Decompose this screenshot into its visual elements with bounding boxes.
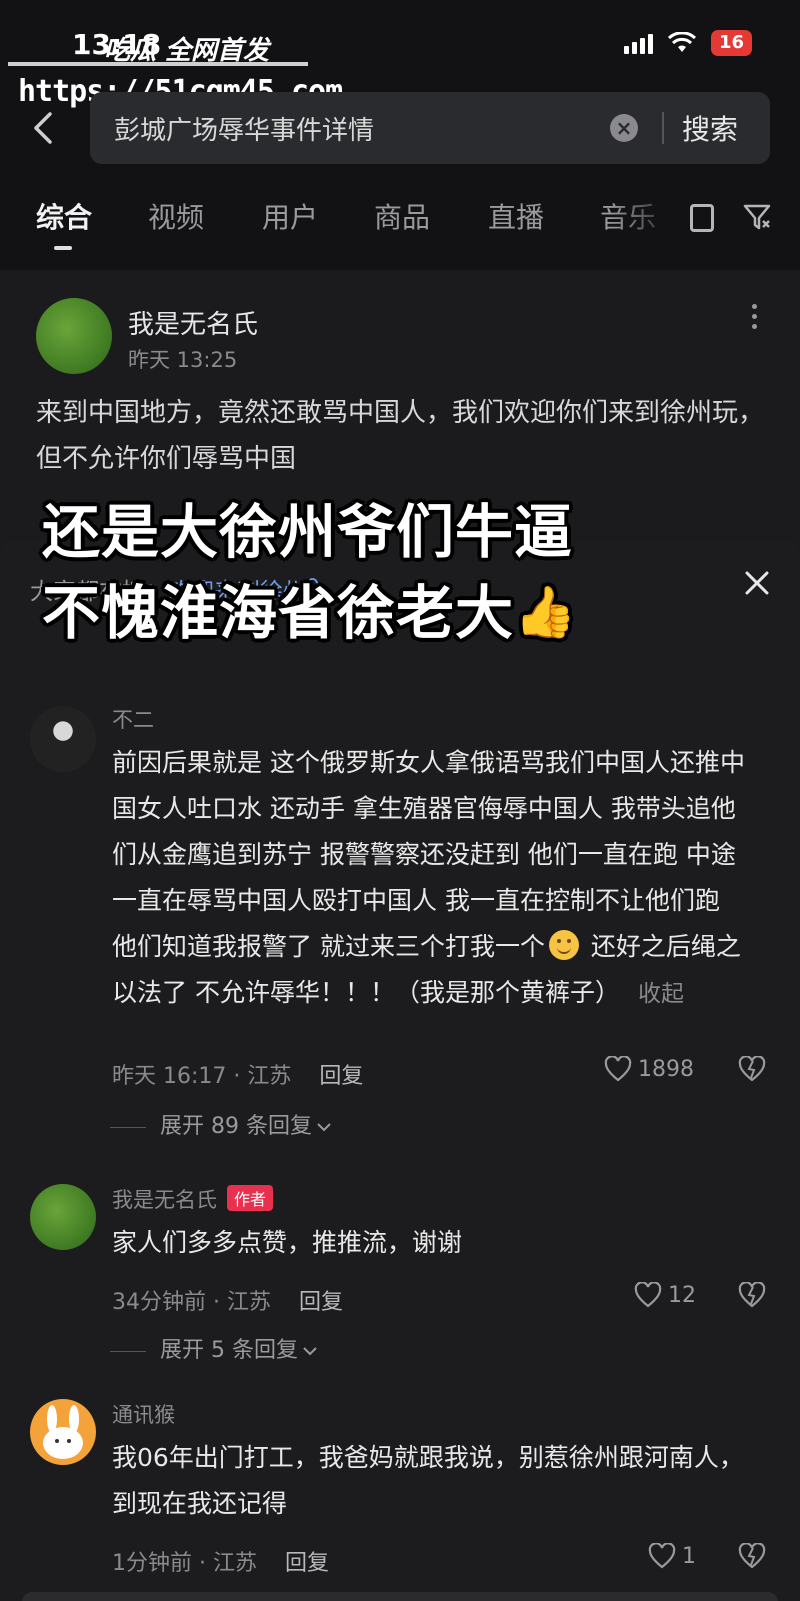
filter-icon[interactable] [742,202,772,232]
heart-icon [648,1543,676,1569]
heart-icon [604,1056,632,1082]
expand-replies[interactable]: 展开 5 条回复 [110,1332,318,1364]
comment-time: 1分钟前 · 江苏 [112,1551,257,1576]
avatar[interactable] [30,706,96,772]
tab-users[interactable]: 用户 [262,196,318,236]
comment-user[interactable]: 我是无名氏 作者 [112,1184,274,1214]
expand-replies-label: 展开 89 条回复 [160,1114,312,1139]
comment-sheet: 大家都在搜：欢迎来到徐州 不二 前因后果就是 这个俄罗斯女人拿俄语骂我们中国人还… [0,540,800,1601]
watermark-title: 吃瓜 全网首发 [104,36,270,66]
like-count: 12 [668,1282,696,1308]
smile-emoji-icon [548,930,579,960]
expand-line [110,1126,146,1128]
like-button[interactable]: 1 [648,1543,696,1569]
tab-fade [610,194,682,238]
caption-line-2-text: 不愧淮海省徐老大 [42,579,515,647]
more-options-icon[interactable] [752,304,757,329]
tab-video[interactable]: 视频 [148,196,204,236]
caption-line-1: 还是大徐州爷们牛逼 [42,498,574,566]
search-tabs: 综合 视频 用户 商品 直播 音乐 [0,188,800,250]
clear-icon[interactable]: × [610,114,638,142]
back-arrow-icon[interactable] [26,108,62,148]
tab-products[interactable]: 商品 [374,196,430,236]
collapse-link[interactable]: 收起 [638,981,684,1007]
close-icon[interactable] [742,568,772,598]
thumbs-up-icon: 👍 [514,583,578,641]
search-divider [662,112,664,144]
wifi-icon [667,32,697,54]
search-results-page: 13:18 16 吃瓜 全网首发 https://51cgm45.com 彭城广… [0,0,800,570]
expand-line [110,1350,146,1352]
search-button[interactable]: 搜索 [682,108,738,148]
comment-time: 昨天 16:17 · 江苏 [112,1064,292,1089]
comment-text-part: 前因后果就是 这个俄罗斯女人拿俄语骂我们中国人还推中国女人吐口水 还动手 拿生殖… [112,748,745,961]
rabbit-avatar-icon [43,1405,83,1459]
layout-toggle-icon[interactable] [690,204,714,232]
comment-input-bar[interactable] [22,1592,778,1601]
comment-meta: 34分钟前 · 江苏 回复 [112,1284,343,1316]
expand-replies-label: 展开 5 条回复 [160,1338,298,1363]
comment-time: 34分钟前 · 江苏 [112,1290,271,1315]
overlay-caption: 还是大徐州爷们牛逼 不愧淮海省徐老大👍 [42,492,577,653]
author-badge: 作者 [227,1185,274,1211]
post-author[interactable]: 我是无名氏 [128,304,258,341]
comment-text: 我06年出门打工，我爸妈就跟我说，别惹徐州跟河南人，到现在我还记得 [112,1443,744,1518]
like-count: 1 [682,1543,696,1569]
search-input[interactable]: 彭城广场辱华事件详情 [114,110,374,147]
battery-icon: 16 [710,30,752,56]
comment-user-name: 我是无名氏 [112,1188,217,1212]
expand-replies[interactable]: 展开 89 条回复 [110,1108,332,1140]
post-time: 昨天 13:25 [128,348,238,372]
chevron-down-icon [303,1347,317,1356]
reply-button[interactable]: 回复 [285,1551,329,1576]
like-count: 1898 [638,1056,694,1082]
comment-user[interactable]: 不二 [112,704,154,734]
caption-line-2: 不愧淮海省徐老大👍 [42,572,577,653]
chevron-down-icon [317,1123,331,1132]
avatar[interactable] [36,298,112,374]
signal-icon [623,32,653,54]
comment-text: 家人们多多点赞，推推流，谢谢 [112,1228,463,1257]
status-icons: 16 [623,30,752,56]
post-text: 来到中国地方，竟然还敢骂中国人，我们欢迎你们来到徐州玩，但不允许你们辱骂中国 [36,398,765,474]
avatar[interactable] [30,1399,96,1465]
like-button[interactable]: 1898 [604,1056,694,1082]
comment-meta: 昨天 16:17 · 江苏 回复 [112,1058,363,1090]
comment-meta: 1分钟前 · 江苏 回复 [112,1545,329,1577]
comment-text: 前因后果就是 这个俄罗斯女人拿俄语骂我们中国人还推中国女人吐口水 还动手 拿生殖… [112,740,752,1017]
reply-button[interactable]: 回复 [299,1290,343,1315]
active-tab-indicator [54,246,72,250]
dislike-icon[interactable] [738,1056,766,1082]
comment-user[interactable]: 通讯猴 [112,1399,175,1429]
dislike-icon[interactable] [738,1282,766,1308]
search-bar[interactable]: 彭城广场辱华事件详情 × 搜索 [90,92,770,164]
tab-comprehensive[interactable]: 综合 [36,196,92,236]
like-button[interactable]: 12 [634,1282,696,1308]
avatar[interactable] [30,1184,96,1250]
reply-button[interactable]: 回复 [319,1064,363,1089]
heart-icon [634,1282,662,1308]
tab-live[interactable]: 直播 [488,196,544,236]
dislike-icon[interactable] [738,1543,766,1569]
